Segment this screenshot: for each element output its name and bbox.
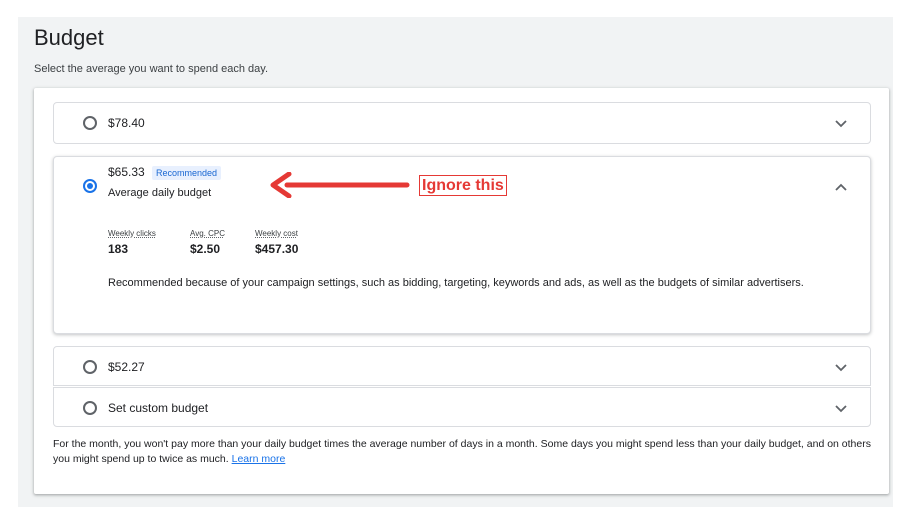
radio-button[interactable] [83,360,97,374]
radio-button[interactable] [83,116,97,130]
metric-value-weekly-cost: $457.30 [255,242,299,256]
learn-more-link[interactable]: Learn more [232,453,286,465]
budget-option-label: $52.27 [108,360,145,374]
budget-footer-note: For the month, you won't pay more than y… [53,437,875,467]
budget-panel: Budget Select the average you want to sp… [18,17,893,507]
budget-option-52[interactable]: $52.27 [53,346,871,386]
footer-note-text: For the month, you won't pay more than y… [53,438,871,465]
page-title: Budget [34,25,104,50]
budget-option-custom[interactable]: Set custom budget [53,387,871,427]
budget-options-card: $78.40 $65.33 Recommended Average daily … [34,88,889,494]
budget-option-78[interactable]: $78.40 [53,102,871,144]
chevron-down-icon[interactable] [834,119,848,129]
chevron-up-icon[interactable] [834,182,848,192]
metric-label-weekly-cost: Weekly cost [255,229,298,238]
recommended-badge: Recommended [152,166,222,180]
radio-button-selected[interactable] [83,179,97,193]
annotation-label: Ignore this [419,175,507,196]
page-subtitle: Select the average you want to spend eac… [34,63,269,75]
metric-value-weekly-clicks: 183 [108,242,129,256]
budget-option-label: $65.33 [108,165,145,179]
budget-option-label: Set custom budget [108,401,209,415]
chevron-down-icon[interactable] [834,363,848,373]
recommendation-text: Recommended because of your campaign set… [108,277,804,289]
arrow-left-icon [270,171,410,199]
option-description: Average daily budget [108,187,212,199]
metric-label-avg-cpc: Avg. CPC [190,229,225,238]
budget-option-label: $78.40 [108,116,145,130]
metric-label-weekly-clicks: Weekly clicks [108,229,156,238]
radio-button[interactable] [83,401,97,415]
metric-value-avg-cpc: $2.50 [190,242,221,256]
chevron-down-icon[interactable] [834,404,848,414]
